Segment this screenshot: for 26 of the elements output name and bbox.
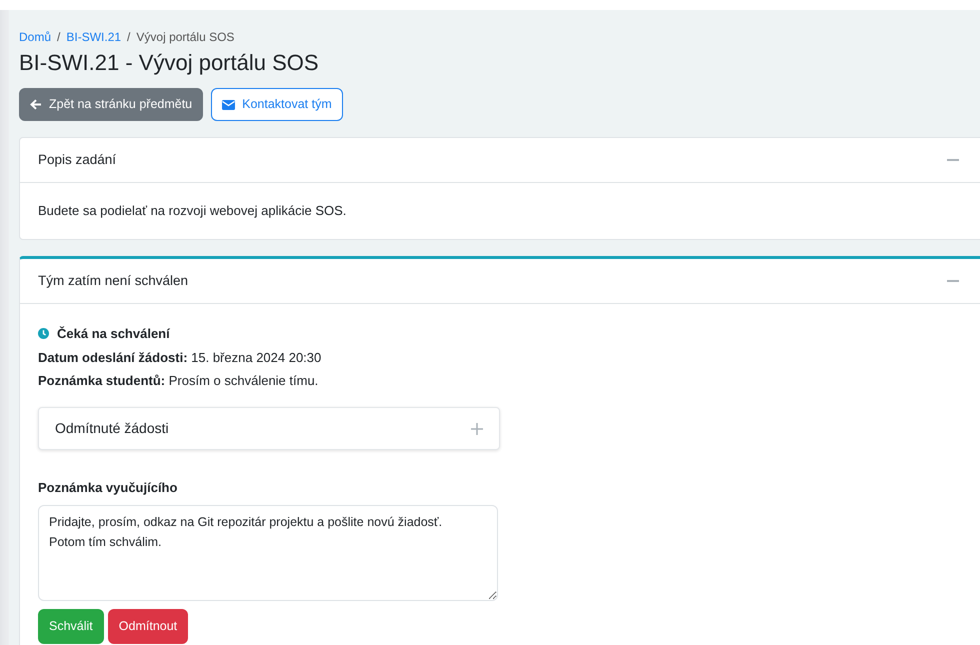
expand-icon[interactable] — [471, 422, 483, 435]
contact-button[interactable]: Kontaktovat tým — [211, 88, 343, 122]
note-field[interactable]: Pridajte, prosím, odkaz na Git repozitár projektu a pošlite novú žiadosť. Potom tím schválim. — [38, 505, 498, 602]
breadcrumb-link[interactable]: BI-SWI.21 — [66, 28, 122, 46]
breadcrumb-separator: / — [57, 29, 60, 46]
envelope-icon — [222, 100, 236, 110]
accordion-header[interactable]: Odmítnuté žádosti — [38, 406, 500, 450]
collapse-toggle-icon[interactable] — [947, 280, 959, 282]
detail-text: Poznámka studentů: Prosím o schválenie tímu. — [38, 372, 320, 390]
back-button[interactable]: Zpět na stránku předmětu — [19, 88, 204, 122]
breadcrumb-current: Vývoj portálu SOS — [136, 29, 234, 46]
description-text: Budete sa podielať na rozvoji webovej aplikácie SOS. — [38, 202, 348, 220]
accordion-title: Odmítnuté žádosti — [55, 418, 169, 438]
reject-button[interactable]: Odmítnout — [108, 609, 188, 644]
breadcrumb-link[interactable]: Domů — [19, 28, 52, 46]
approve-button[interactable]: Schválit — [38, 609, 104, 644]
breadcrumb-separator: / — [127, 29, 130, 46]
collapse-toggle-icon[interactable] — [947, 159, 959, 162]
note-label: Poznámka vyučujícího — [38, 478, 178, 497]
page-title: BI-SWI.21 - Vývoj portálu SOS — [19, 50, 320, 76]
card-title: Tým zatím není schválen — [38, 272, 188, 290]
arrow-left-icon — [30, 99, 42, 110]
clock-icon — [38, 328, 49, 340]
detail-text: Datum odeslání žádosti: 15. března 2024 20:30 — [38, 348, 322, 367]
status-label: Čeká na schválení — [57, 325, 170, 344]
card-title: Popis zadání — [38, 151, 116, 170]
